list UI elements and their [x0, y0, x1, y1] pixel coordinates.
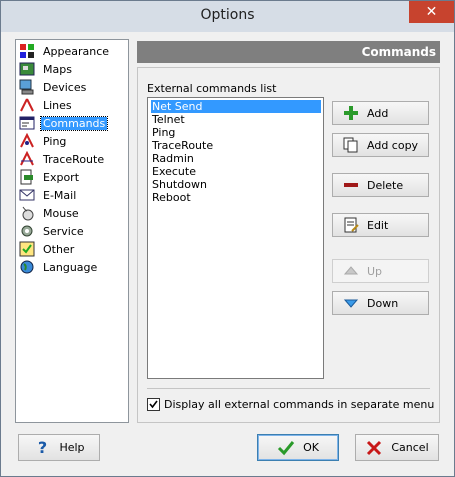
other-icon: [19, 241, 35, 257]
nav-label: Mouse: [43, 206, 79, 220]
window-title: Options: [200, 7, 255, 23]
appearance-icon: [19, 43, 35, 59]
plus-icon: [343, 105, 359, 121]
close-button[interactable]: ✕: [409, 1, 454, 23]
devices-icon: [19, 79, 35, 95]
checkmark-icon: [277, 439, 295, 457]
nav-item-appearance[interactable]: Appearance: [19, 42, 127, 60]
list-item[interactable]: Reboot: [151, 191, 321, 204]
help-button[interactable]: ? Help: [18, 434, 100, 461]
edit-icon: [343, 217, 359, 233]
commands-icon: [19, 115, 35, 131]
separate-menu-checkbox[interactable]: [147, 398, 160, 411]
nav-item-language[interactable]: Language: [19, 258, 127, 276]
cancel-button-label: Cancel: [391, 441, 429, 454]
delete-button[interactable]: Delete: [332, 173, 429, 197]
nav-label: Maps: [43, 62, 72, 76]
ok-button[interactable]: OK: [257, 434, 339, 461]
nav-label: Devices: [43, 80, 87, 94]
nav-item-devices[interactable]: Devices: [19, 78, 127, 96]
commands-list-label: External commands list: [147, 82, 277, 95]
separate-menu-option[interactable]: Display all external commands in separat…: [147, 398, 434, 411]
add-copy-button[interactable]: Add copy: [332, 133, 429, 157]
ping-icon: [19, 132, 35, 149]
nav-item-mouse[interactable]: Mouse: [19, 204, 127, 222]
nav-label: Other: [43, 242, 75, 256]
nav-label: Export: [43, 170, 80, 184]
nav-item-commands[interactable]: Commands: [19, 114, 127, 132]
arrow-up-icon: [343, 263, 359, 279]
nav-label: Commands: [39, 115, 109, 131]
title-bar: Options ✕: [1, 1, 454, 32]
nav-item-service[interactable]: Service: [19, 222, 127, 240]
nav-item-other[interactable]: Other: [19, 240, 127, 258]
nav-label: TraceRoute: [43, 152, 105, 166]
nav-label: Lines: [43, 98, 72, 112]
help-button-label: Help: [59, 441, 85, 454]
traceroute-icon: [19, 150, 35, 167]
nav-item-traceroute[interactable]: TraceRoute: [19, 150, 127, 168]
copy-icon: [343, 137, 359, 153]
panel-divider: [147, 388, 430, 389]
language-icon: [19, 259, 35, 275]
commands-listbox[interactable]: Net Send Telnet Ping TraceRoute Radmin E…: [147, 97, 324, 379]
panel-header: Commands: [137, 41, 440, 63]
down-button[interactable]: Down: [332, 291, 429, 315]
down-button-label: Down: [367, 296, 399, 310]
edit-button-label: Edit: [367, 218, 389, 232]
close-icon: ✕: [425, 4, 438, 20]
list-item[interactable]: TraceRoute: [151, 139, 321, 152]
nav-label: Ping: [43, 134, 67, 148]
add-copy-button-label: Add copy: [367, 138, 419, 152]
cancel-button[interactable]: Cancel: [355, 434, 439, 461]
ok-button-label: OK: [303, 441, 319, 454]
up-button[interactable]: Up: [332, 259, 429, 283]
nav-label: Language: [43, 260, 98, 274]
delete-button-label: Delete: [367, 178, 404, 192]
nav-label: Service: [43, 224, 84, 238]
email-icon: [19, 187, 35, 203]
cancel-icon: [365, 439, 383, 457]
add-button-label: Add: [367, 106, 389, 120]
list-item[interactable]: Ping: [151, 126, 321, 139]
minus-icon: [343, 177, 359, 193]
nav-item-email[interactable]: E-Mail: [19, 186, 127, 204]
list-item[interactable]: Shutdown: [151, 178, 321, 191]
edit-button[interactable]: Edit: [332, 213, 429, 237]
service-icon: [19, 223, 35, 239]
list-item[interactable]: Net Send: [151, 100, 321, 113]
nav-item-export[interactable]: Export: [19, 168, 127, 186]
help-icon: ?: [37, 437, 48, 457]
options-nav: Appearance Maps Devices Lines Commands P…: [15, 39, 129, 423]
mouse-icon: [19, 205, 35, 221]
nav-item-ping[interactable]: Ping: [19, 132, 127, 150]
nav-item-maps[interactable]: Maps: [19, 60, 127, 78]
nav-label: E-Mail: [43, 188, 77, 202]
separate-menu-label: Display all external commands in separat…: [164, 398, 435, 411]
nav-label: Appearance: [43, 44, 110, 58]
lines-icon: [19, 97, 35, 113]
list-item[interactable]: Execute: [151, 165, 321, 178]
options-window: Options ✕ Appearance Maps Devices Lines …: [0, 0, 455, 477]
up-button-label: Up: [367, 264, 383, 278]
list-item[interactable]: Radmin: [151, 152, 321, 165]
add-button[interactable]: Add: [332, 101, 429, 125]
list-item[interactable]: Telnet: [151, 113, 321, 126]
export-icon: [19, 169, 35, 185]
nav-item-lines[interactable]: Lines: [19, 96, 127, 114]
maps-icon: [19, 61, 35, 77]
arrow-down-icon: [343, 295, 359, 311]
